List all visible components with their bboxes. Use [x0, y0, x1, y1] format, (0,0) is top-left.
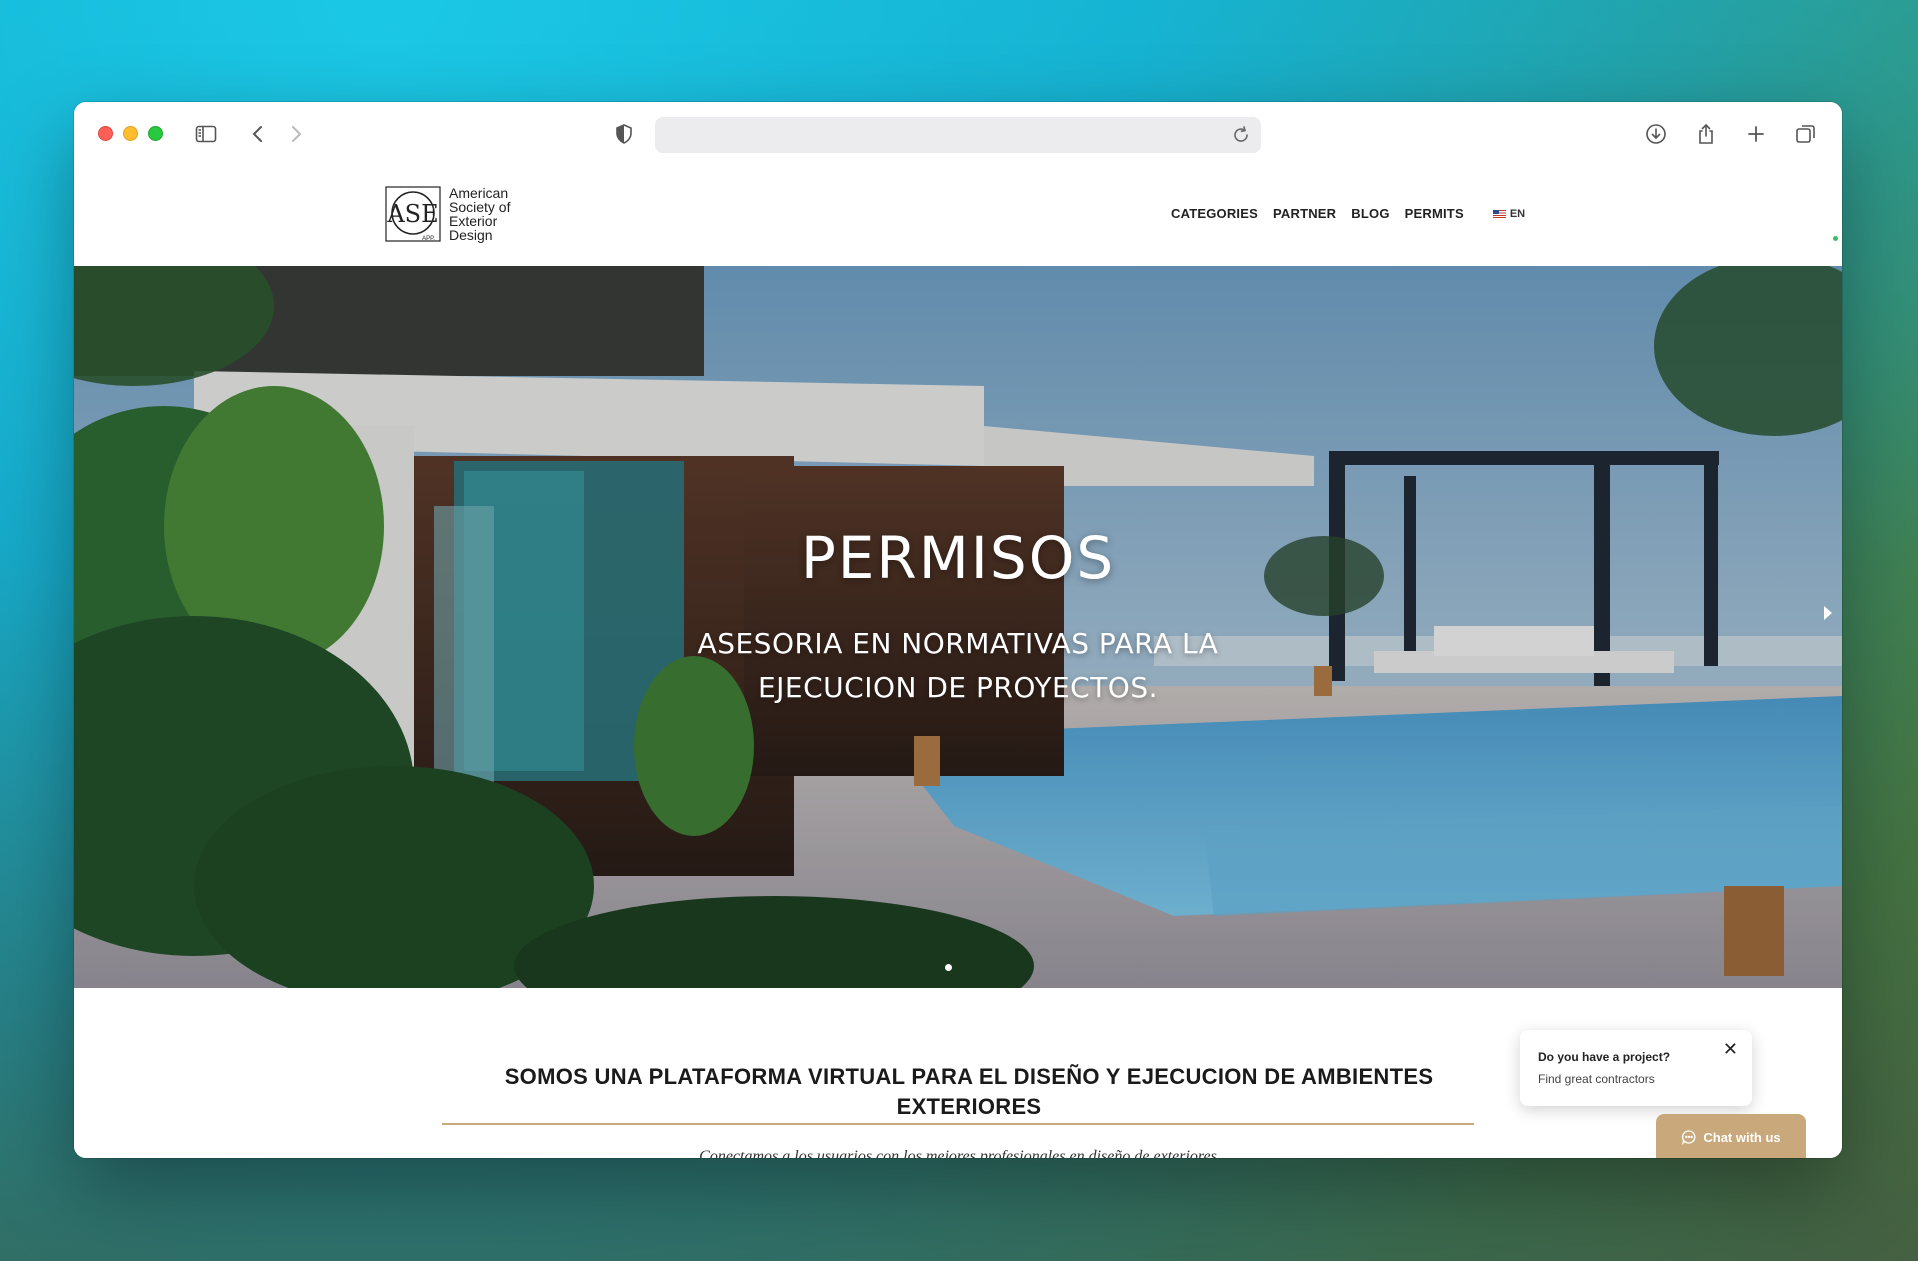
- language-label: EN: [1509, 207, 1526, 220]
- section-divider: [442, 1123, 1474, 1125]
- logo-line: Design: [449, 227, 493, 243]
- chat-with-us-button[interactable]: Chat with us: [1656, 1114, 1806, 1158]
- nav-permits[interactable]: PERMITS: [1405, 206, 1464, 221]
- site-header: ASE APP. American Society of Exterior De…: [74, 166, 1842, 266]
- logo-line: Exterior: [449, 213, 498, 229]
- section-title-line: SOMOS UNA PLATAFORMA VIRTUAL PARA EL DIS…: [504, 1064, 1434, 1089]
- browser-toolbar: [74, 102, 1842, 166]
- logo-line: American: [449, 185, 509, 201]
- tab-overview-icon[interactable]: [1792, 120, 1820, 148]
- downloads-icon[interactable]: [1642, 120, 1670, 148]
- close-window-button[interactable]: [98, 126, 113, 141]
- hero-banner: PERMISOS ASESORIA EN NORMATIVAS PARA LA …: [74, 266, 1842, 988]
- hero-subtitle-line: ASESORIA EN NORMATIVAS PARA LA: [697, 627, 1219, 660]
- chat-answer: Find great contractors: [1538, 1072, 1655, 1086]
- hero-subtitle: ASESORIA EN NORMATIVAS PARA LA EJECUCION…: [74, 622, 1842, 710]
- section-title-line: EXTERIORES: [896, 1094, 1042, 1119]
- chat-prompt-card[interactable]: Do you have a project? Find great contra…: [1520, 1030, 1752, 1106]
- zoom-window-button[interactable]: [148, 126, 163, 141]
- chat-question: Do you have a project?: [1538, 1050, 1671, 1064]
- chat-button-label: Chat with us: [1703, 1129, 1781, 1145]
- share-icon[interactable]: [1692, 120, 1720, 148]
- address-bar[interactable]: [655, 117, 1261, 153]
- slider-dot[interactable]: [945, 964, 952, 971]
- nav-blog[interactable]: BLOG: [1351, 206, 1389, 221]
- forward-icon[interactable]: [282, 120, 310, 148]
- logo-mark: ASE APP.: [385, 186, 441, 242]
- close-icon[interactable]: ✕: [1723, 1040, 1738, 1058]
- chat-bubble-icon: [1682, 1130, 1696, 1145]
- minimize-window-button[interactable]: [123, 126, 138, 141]
- sidebar-toggle-icon[interactable]: [192, 120, 220, 148]
- main-nav: CATEGORIES PARTNER BLOG PERMITS EN: [1171, 206, 1525, 221]
- section-subtitle: Conectamos a los usuarios con los mejore…: [699, 1148, 1217, 1158]
- logo-monogram: ASE: [386, 200, 438, 228]
- browser-window: ASE APP. American Society of Exterior De…: [74, 102, 1842, 1158]
- slider-next-arrow-icon[interactable]: [1824, 606, 1832, 620]
- reload-icon[interactable]: [1229, 123, 1253, 147]
- privacy-shield-icon[interactable]: [610, 120, 638, 148]
- language-selector[interactable]: EN: [1492, 207, 1526, 220]
- logo-line: Society of: [449, 199, 511, 215]
- section-title: SOMOS UNA PLATAFORMA VIRTUAL PARA EL DIS…: [439, 1062, 1499, 1122]
- logo-wordmark: American Society of Exterior Design: [449, 186, 510, 242]
- hero-title: PERMISOS: [800, 524, 1116, 592]
- back-icon[interactable]: [244, 120, 272, 148]
- hero-subtitle-line: EJECUCION DE PROYECTOS.: [757, 671, 1159, 704]
- status-dot: [1833, 236, 1838, 241]
- nav-partner[interactable]: PARTNER: [1273, 206, 1336, 221]
- new-tab-icon[interactable]: [1742, 120, 1770, 148]
- logo-tag: APP.: [422, 236, 435, 242]
- site-logo[interactable]: ASE APP. American Society of Exterior De…: [385, 186, 510, 242]
- us-flag-icon: [1492, 209, 1506, 218]
- nav-categories[interactable]: CATEGORIES: [1171, 206, 1258, 221]
